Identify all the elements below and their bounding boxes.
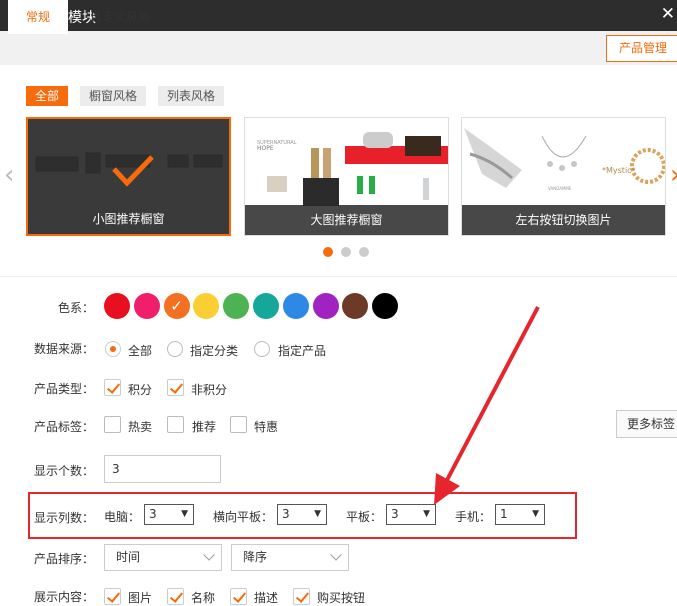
template-large-preview: [245, 118, 448, 207]
product-manage-button[interactable]: 产品管理: [606, 35, 677, 62]
template-caption: 小图推荐橱窗: [92, 212, 165, 226]
dropdown-arrow-icon: ▼: [181, 509, 188, 519]
carousel-dot-2[interactable]: [341, 247, 351, 257]
chevron-down-icon: [203, 545, 217, 570]
data-source-label: 数据来源：: [33, 342, 94, 356]
template-slide-brand: VANDAMME: [548, 186, 572, 191]
sort-field-value: 时间: [116, 550, 141, 564]
columns-landscape-tablet-value: 3: [282, 507, 290, 521]
tag-recommend-checkbox[interactable]: [167, 416, 184, 433]
display-content-label: 展示内容：: [33, 590, 94, 604]
sort-order-select[interactable]: 降序: [231, 544, 349, 571]
type-nonpoints-checkbox[interactable]: [167, 379, 184, 396]
color-swatch[interactable]: ✓: [163, 293, 190, 319]
tag-hot-label: 热卖: [128, 420, 153, 434]
color-swatch[interactable]: [133, 293, 160, 319]
more-tags-button[interactable]: 更多标签: [616, 410, 677, 438]
template-large-banner-text: SUPERNATURAL HOPE: [257, 140, 297, 152]
display-desc-label: 描述: [254, 591, 279, 605]
checkmark-icon: ✓: [170, 297, 183, 315]
style-tab-all[interactable]: 全部: [26, 86, 69, 106]
source-all-label: 全部: [128, 344, 153, 358]
sort-field-select[interactable]: 时间: [104, 544, 222, 571]
type-points-label: 积分: [128, 383, 153, 397]
product-type-label: 产品类型：: [33, 382, 94, 396]
style-tab-window[interactable]: 橱窗风格: [80, 86, 147, 106]
color-swatch[interactable]: [372, 293, 399, 319]
carousel-next-icon[interactable]: ›: [670, 160, 677, 190]
section-divider: [0, 276, 677, 277]
color-swatch[interactable]: [342, 293, 369, 319]
template-slide-tag: *Mystic*: [602, 166, 636, 175]
carousel-dot-3[interactable]: [359, 247, 369, 257]
tab-custom-style[interactable]: 自定义风格: [82, 0, 158, 34]
columns-mobile-select[interactable]: 1 ▼: [495, 504, 545, 525]
template-caption: 大图推荐橱窗: [245, 205, 448, 235]
chevron-down-icon: [330, 545, 344, 570]
sort-label: 产品排序：: [33, 552, 94, 566]
columns-mobile-value: 1: [500, 507, 508, 521]
display-desc-checkbox[interactable]: [230, 588, 247, 605]
sort-order-value: 降序: [243, 550, 268, 564]
count-label: 显示个数：: [33, 464, 94, 478]
source-product-radio[interactable]: [254, 341, 270, 357]
color-swatch[interactable]: [282, 293, 309, 319]
template-slide-buttons[interactable]: *Mystic* VANDAMME 左右按钮切换图片: [461, 117, 666, 236]
dropdown-arrow-icon: ▼: [314, 509, 321, 519]
tab-bar: [0, 31, 677, 65]
color-swatch[interactable]: [312, 293, 339, 319]
columns-pc-select[interactable]: 3 ▼: [144, 504, 194, 525]
template-small-window[interactable]: 小图推荐橱窗: [26, 117, 231, 236]
source-category-label: 指定分类: [190, 344, 239, 358]
template-caption: 左右按钮切换图片: [462, 205, 665, 235]
display-image-label: 图片: [128, 591, 153, 605]
columns-mobile-label: 手机：: [455, 510, 492, 524]
dropdown-arrow-icon: ▼: [532, 509, 539, 519]
columns-tablet-label: 平板：: [346, 510, 383, 524]
display-image-checkbox[interactable]: [104, 588, 121, 605]
source-category-radio[interactable]: [167, 341, 183, 357]
tag-hot-checkbox[interactable]: [104, 416, 121, 433]
columns-landscape-tablet-label: 横向平板：: [213, 510, 274, 524]
source-product-label: 指定产品: [278, 344, 327, 358]
display-name-label: 名称: [191, 591, 216, 605]
columns-label: 显示列数：: [33, 511, 94, 525]
dropdown-arrow-icon: ▼: [423, 509, 430, 519]
type-points-checkbox[interactable]: [104, 379, 121, 396]
columns-landscape-tablet-select[interactable]: 3 ▼: [277, 504, 327, 525]
product-tag-label: 产品标签：: [33, 420, 94, 434]
color-swatch[interactable]: [104, 293, 130, 319]
style-tab-list[interactable]: 列表风格: [158, 86, 225, 106]
carousel-dot-1[interactable]: [323, 247, 333, 257]
tag-recommend-label: 推荐: [192, 420, 217, 434]
color-swatch[interactable]: [223, 293, 250, 319]
template-small-preview: [28, 119, 229, 204]
template-slide-preview: [462, 118, 665, 207]
template-large-window[interactable]: SUPERNATURAL HOPE 大图推荐橱窗: [244, 117, 449, 236]
columns-tablet-select[interactable]: 3 ▼: [386, 504, 436, 525]
color-label: 色系：: [57, 301, 94, 315]
tag-sale-checkbox[interactable]: [230, 416, 247, 433]
color-swatch[interactable]: [193, 293, 220, 319]
display-buy-label: 购买按钮: [317, 591, 366, 605]
display-name-checkbox[interactable]: [167, 588, 184, 605]
columns-pc-label: 电脑：: [104, 510, 141, 524]
columns-tablet-value: 3: [391, 507, 399, 521]
close-icon[interactable]: ✕: [661, 4, 675, 24]
color-swatch[interactable]: [253, 293, 279, 319]
carousel-prev-icon[interactable]: ‹: [4, 160, 14, 190]
count-input[interactable]: 3: [104, 455, 221, 483]
source-all-radio[interactable]: [105, 341, 121, 357]
tab-general[interactable]: 常规: [8, 0, 68, 34]
tag-sale-label: 特惠: [254, 420, 279, 434]
columns-pc-value: 3: [149, 507, 157, 521]
type-nonpoints-label: 非积分: [191, 383, 228, 397]
display-buy-checkbox[interactable]: [293, 588, 310, 605]
